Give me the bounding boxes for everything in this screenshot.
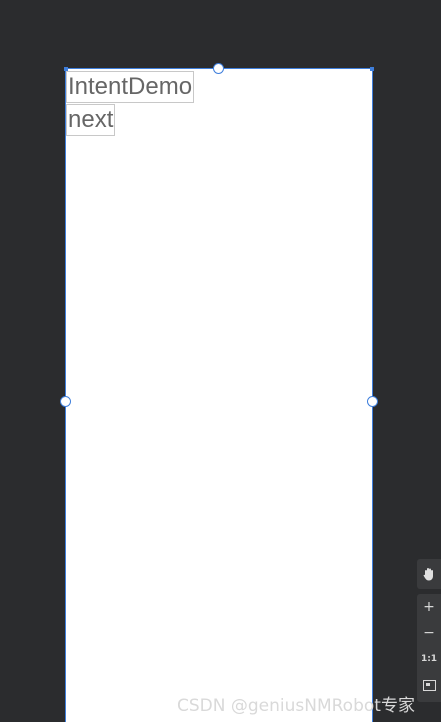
zoom-in-button[interactable]: + xyxy=(417,594,441,620)
watermark: CSDN @geniusNMRobot专家 xyxy=(177,696,415,716)
next-button[interactable]: next xyxy=(66,104,116,136)
corner-handle-top-right[interactable] xyxy=(370,67,374,71)
resize-handle-top[interactable] xyxy=(213,63,224,74)
resize-handle-left[interactable] xyxy=(60,396,71,407)
hand-icon[interactable] xyxy=(417,559,441,589)
fit-screen-button[interactable] xyxy=(417,672,441,698)
zoom-out-button[interactable]: − xyxy=(417,620,441,646)
actual-size-button[interactable]: 1:1 xyxy=(417,646,441,672)
intent-demo-textview[interactable]: IntentDemo xyxy=(66,71,195,103)
device-preview[interactable]: IntentDemo next xyxy=(60,63,378,722)
pan-toolbar xyxy=(417,559,441,589)
design-canvas[interactable]: IntentDemo next + − 1:1 CSDN @geniusNMRo… xyxy=(0,0,441,722)
hand-icon-glyph xyxy=(423,568,433,581)
zoom-toolbar: + − 1:1 xyxy=(417,594,441,702)
fit-screen-icon xyxy=(422,679,436,691)
resize-handle-right[interactable] xyxy=(367,396,378,407)
